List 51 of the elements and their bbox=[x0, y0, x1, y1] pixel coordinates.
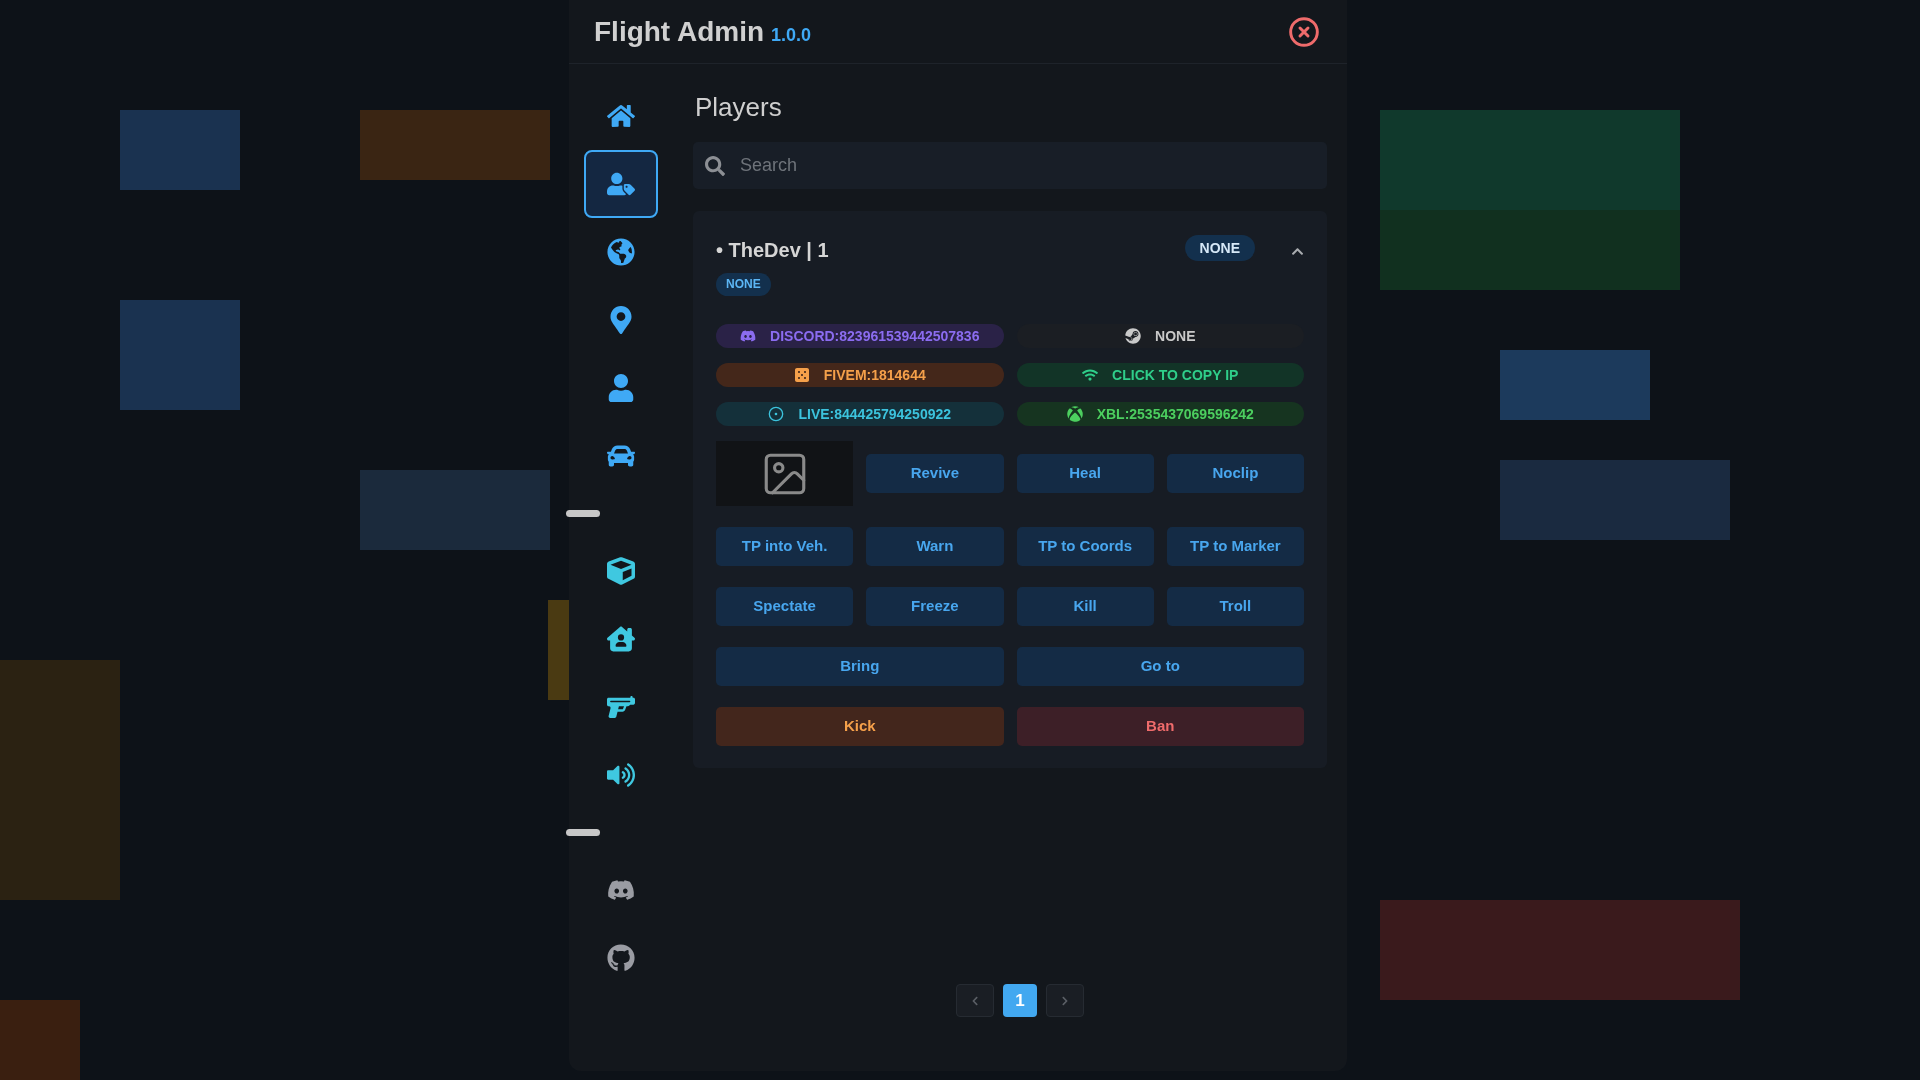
chevron-right-icon bbox=[1060, 995, 1070, 1006]
user-search-icon bbox=[607, 170, 635, 198]
xbox-icon bbox=[1066, 406, 1083, 422]
dice-icon bbox=[793, 367, 810, 383]
pistol-icon bbox=[607, 693, 635, 721]
globe-icon bbox=[607, 238, 635, 266]
action-button[interactable]: Bring bbox=[716, 647, 1004, 686]
close-icon[interactable] bbox=[1288, 15, 1320, 48]
page-title: Players bbox=[695, 91, 782, 124]
identifier-pill: DISCORD:823961539442507836 bbox=[716, 324, 1004, 348]
search-field[interactable]: Search bbox=[693, 142, 1327, 189]
github-icon bbox=[607, 944, 635, 972]
role-badge: NONE bbox=[716, 273, 771, 296]
action-button[interactable]: Kill bbox=[1016, 587, 1154, 626]
player-name: • TheDev | 1 bbox=[716, 238, 829, 263]
home-icon bbox=[607, 102, 635, 130]
action-button[interactable]: Noclip bbox=[1166, 454, 1304, 493]
identifier-pill: LIVE:844425794250922 bbox=[716, 402, 1004, 426]
separator-bar bbox=[566, 510, 600, 517]
identifier-pill: NONE bbox=[1016, 324, 1304, 348]
identifier-pill: FIVEM:1814644 bbox=[716, 363, 1004, 387]
action-button[interactable]: TP into Veh. bbox=[716, 527, 854, 566]
action-button[interactable]: TP to Coords bbox=[1016, 527, 1154, 566]
speaker-icon bbox=[607, 761, 635, 789]
sidebar-item[interactable] bbox=[584, 150, 658, 218]
separator-bar bbox=[566, 829, 600, 836]
cube-icon bbox=[607, 557, 635, 585]
chevron-icon[interactable] bbox=[1291, 245, 1304, 258]
action-button[interactable]: Warn bbox=[866, 527, 1004, 566]
action-button[interactable]: Freeze bbox=[866, 587, 1004, 626]
target-icon bbox=[768, 406, 785, 422]
discord-icon bbox=[740, 328, 757, 344]
action-button[interactable]: Ban bbox=[1016, 707, 1304, 746]
action-button[interactable]: Kick bbox=[716, 707, 1004, 746]
action-button[interactable]: Go to bbox=[1016, 647, 1304, 686]
action-button[interactable]: Revive bbox=[866, 454, 1004, 493]
search-icon bbox=[705, 156, 725, 176]
action-button[interactable]: Heal bbox=[1016, 454, 1154, 493]
window-title: Flight Admin bbox=[594, 14, 765, 49]
action-button[interactable]: Spectate bbox=[716, 587, 854, 626]
identifier-pill[interactable]: CLICK TO COPY IP bbox=[1016, 363, 1304, 387]
action-button[interactable]: Troll bbox=[1166, 587, 1304, 626]
version-label: 1.0.0 bbox=[771, 23, 812, 47]
user-icon bbox=[607, 374, 635, 402]
chevron-left-icon bbox=[970, 995, 980, 1006]
identifier-pill: XBL:2535437069596242 bbox=[1016, 402, 1304, 426]
group-badge: NONE bbox=[1184, 235, 1255, 261]
wifi-icon bbox=[1082, 367, 1099, 383]
steam-icon bbox=[1125, 328, 1141, 344]
action-button[interactable]: TP to Marker bbox=[1166, 527, 1304, 566]
house-icon bbox=[607, 625, 635, 653]
